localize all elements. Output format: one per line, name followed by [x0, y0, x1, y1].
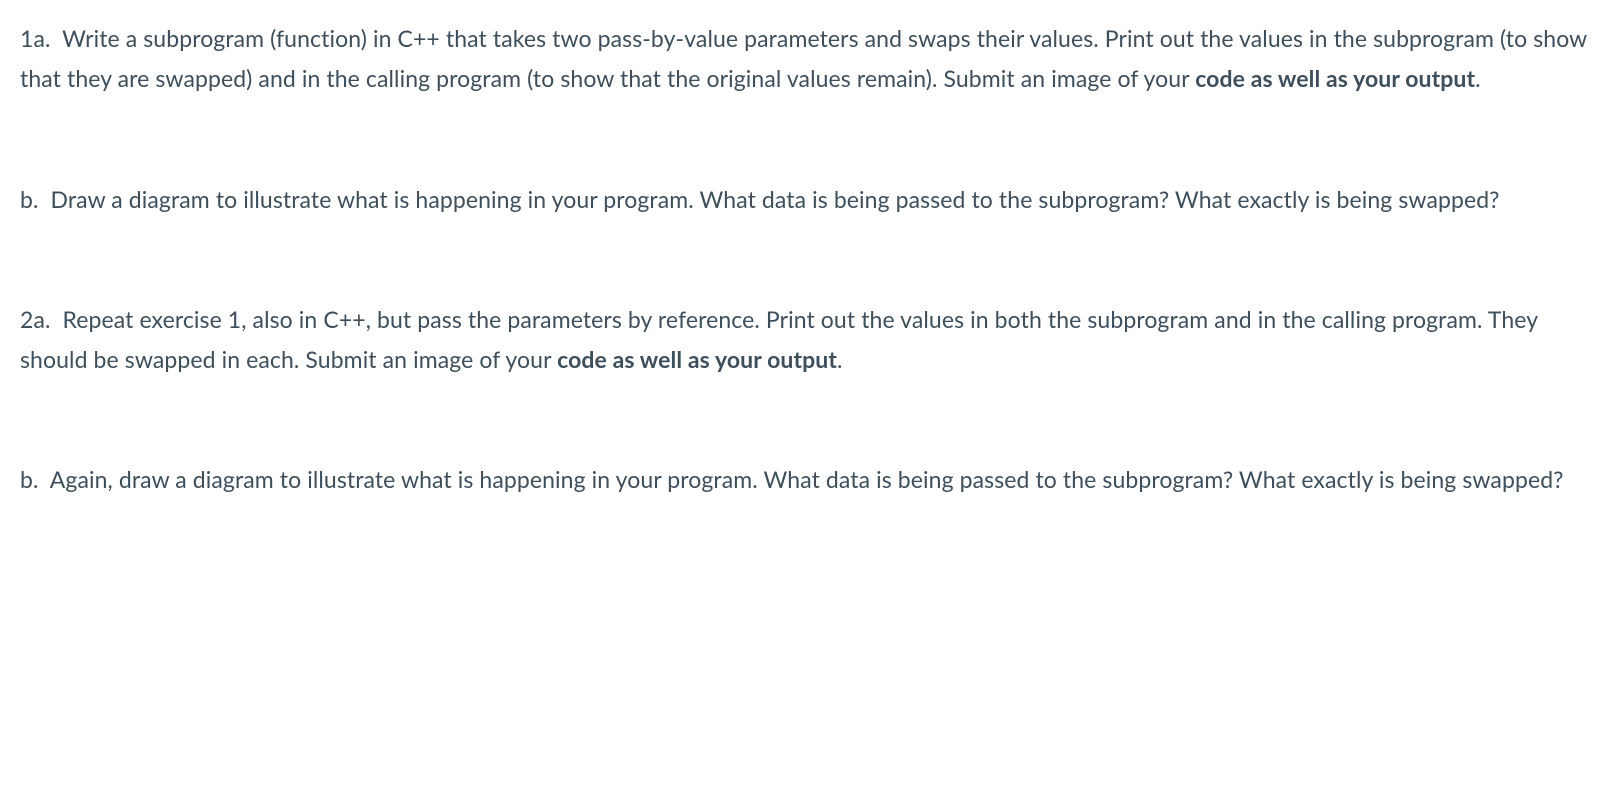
question-bold: code as well as your output [557, 345, 837, 373]
question-text-before: Again, draw a diagram to illustrate what… [50, 465, 1564, 493]
question-label: b. [20, 185, 39, 213]
question-label: 2a. [20, 305, 51, 333]
question-1b: b. Draw a diagram to illustrate what is … [20, 179, 1604, 219]
question-text-before: Draw a diagram to illustrate what is hap… [51, 185, 1500, 213]
question-1a: 1a. Write a subprogram (function) in C++… [20, 18, 1604, 99]
question-text-after: . [837, 345, 843, 373]
question-label: b. [20, 465, 39, 493]
question-2b: b. Again, draw a diagram to illustrate w… [20, 459, 1604, 499]
question-text-after: . [1475, 64, 1481, 92]
question-label: 1a. [20, 24, 51, 52]
question-bold: code as well as your output [1195, 64, 1475, 92]
question-2a: 2a. Repeat exercise 1, also in C++, but … [20, 299, 1604, 380]
